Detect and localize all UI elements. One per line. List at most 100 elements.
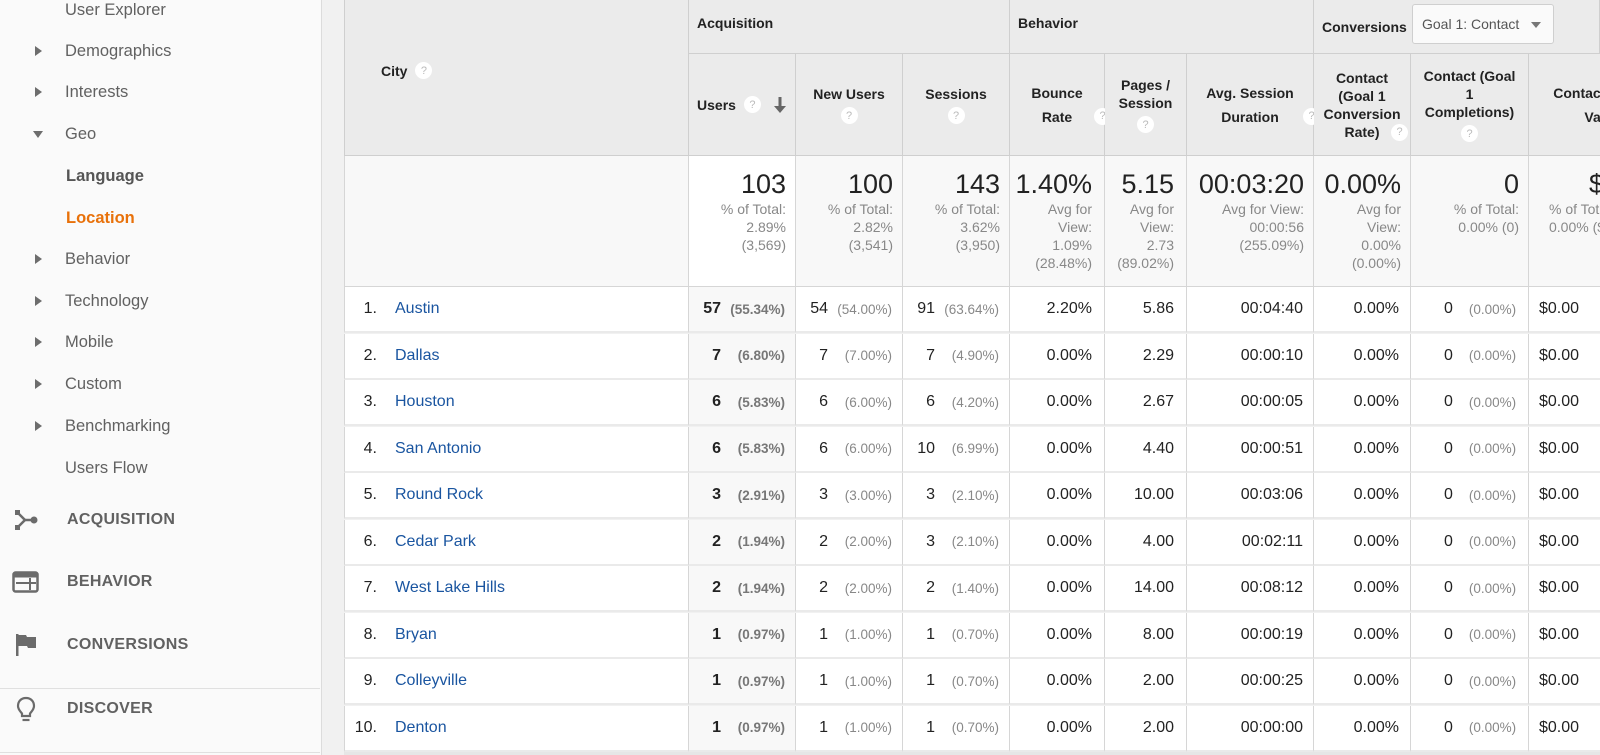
column-header-value[interactable]: Contact (Goal 1 Value) [1529,54,1600,156]
column-header-completions[interactable]: Contact (Goal 1 Completions)? [1411,54,1529,156]
cell-bounce: 0.00% [1010,473,1105,519]
sidebar-item-geo[interactable]: Geo [0,114,320,154]
caret-right-icon[interactable] [32,86,44,98]
sidebar-item-benchmarking[interactable]: Benchmarking [0,406,320,446]
sidebar-item-label: Users Flow [65,458,148,477]
sidebar-item-mobile[interactable]: Mobile [0,322,320,362]
caret-right-icon[interactable] [32,45,44,57]
city-link[interactable]: Cedar Park [395,533,476,551]
sidebar-divider [0,752,320,753]
sort-descending-icon[interactable] [773,96,787,114]
goal-select[interactable]: Goal 1: Contact [1412,4,1554,44]
column-header-avg-duration[interactable]: Avg. Session Duration? [1187,54,1320,156]
city-link[interactable]: Austin [395,300,439,318]
cell-percent: (63.64%) [944,301,999,317]
sidebar-item-language[interactable]: Language [0,156,320,196]
cell-bounce: 2.20% [1010,287,1105,333]
help-icon[interactable]: ? [1391,123,1408,141]
column-header-sessions[interactable]: Sessions? [903,54,1010,156]
cell-users: 3 (2.91%) [689,473,796,519]
cell-percent: (1.00%) [844,673,892,689]
caret-right-icon[interactable] [32,336,44,348]
cell-percent: (5.83%) [737,394,785,410]
sidebar-item-label: Language [66,166,144,185]
city-link[interactable]: Denton [395,719,447,737]
column-header-label: Contact (Goal 1 Value) [1553,84,1600,125]
cell-pps: 2.67 [1105,380,1187,426]
sidebar-section-discover[interactable]: DISCOVER [0,681,320,737]
cell-percent: (0.00%) [1468,394,1517,410]
cell-value: 6 [926,393,935,410]
city-link[interactable]: Round Rock [395,486,483,504]
sidebar-item-location[interactable]: Location [0,198,320,238]
sidebar: User Explorer Demographics Interests Geo Lan… [0,0,322,755]
table-row: 9. Colleyville 1 (0.97%) 1 (1.00%) 1 (0.70%) 0.0… [344,659,1600,705]
cell-new-users: 54 (54.00%) [796,287,903,333]
city-cell: 9. Colleyville [344,659,689,705]
sidebar-item-user-explorer[interactable]: User Explorer [0,0,320,30]
sidebar-section-behavior[interactable]: BEHAVIOR [0,554,320,610]
sidebar-item-interests[interactable]: Interests [0,72,320,112]
cell-value: 0.00% [1046,439,1092,457]
sidebar-item-users-flow[interactable]: Users Flow [0,448,320,488]
city-link[interactable]: West Lake Hills [395,579,505,597]
cell-new-users: 1 (1.00%) [796,705,903,752]
cell-comp: 0 (0.00%) [1411,473,1529,519]
column-header-label: Sessions [925,86,987,102]
sidebar-item-custom[interactable]: Custom [0,364,320,404]
city-cell: 4. San Antonio [344,426,689,473]
cell-pps: 5.86 [1105,287,1187,333]
cell-value: 00:00:10 [1240,346,1303,364]
help-icon[interactable]: ? [743,96,761,113]
help-icon[interactable]: ? [947,107,965,124]
sidebar-item-behavior[interactable]: Behavior [0,239,320,279]
help-icon[interactable]: ? [1137,116,1154,133]
caret-right-icon[interactable] [32,420,44,432]
cell-percent: (6.00%) [844,394,892,410]
cell-conv: 0.00% [1314,566,1411,612]
cell-value: 0.00% [1046,579,1092,596]
caret-down-icon[interactable] [32,128,44,140]
row-index: 4. [363,439,377,457]
column-header-new-users[interactable]: New Users? [796,54,903,156]
column-header-users[interactable]: Users? [689,54,796,156]
group-header-acquisition: Acquisition [689,0,1010,54]
caret-right-icon[interactable] [32,378,44,390]
help-icon[interactable]: ? [840,107,858,124]
city-link[interactable]: Colleyville [395,672,467,690]
cell-users: 6 (5.83%) [689,380,796,426]
column-header-bounce-rate[interactable]: Bounce Rate? [1010,54,1111,156]
column-header-users-wrap: Users? [697,96,787,114]
city-cell: 1. Austin [344,287,689,333]
sidebar-section-label: DISCOVER [67,700,153,717]
help-icon[interactable]: ? [415,62,433,79]
total-subtext: Avg for [1129,201,1174,217]
column-header-conv-rate[interactable]: Contact (Goal 1 Conversion Rate)? [1314,54,1411,156]
cell-percent: (0.00%) [1468,348,1517,363]
total-subtext: View: [1367,219,1401,235]
caret-right-icon[interactable] [32,295,44,307]
cell-value: $0.00 [1529,659,1600,705]
sidebar-item-technology[interactable]: Technology [0,281,320,321]
cell-dur: 00:00:10 [1187,333,1314,380]
dimension-header[interactable]: City? [344,0,689,156]
caret-right-icon[interactable] [32,253,44,265]
cell-value: 7 [819,346,828,364]
cell-sessions: 1 (0.70%) [903,659,1010,705]
city-link[interactable]: Dallas [395,347,439,365]
city-link[interactable]: Bryan [395,626,437,644]
cell-value: 1 [926,625,935,643]
city-link[interactable]: Houston [395,393,455,411]
help-icon[interactable]: ? [1461,125,1478,142]
cell-value: 0 [1444,393,1453,410]
cell-percent: (1.00%) [844,627,892,642]
lightbulb-icon [12,695,40,723]
cell-percent: (6.99%) [951,441,999,456]
sidebar-section-acquisition[interactable]: ACQUISITION [0,492,320,548]
cell-percent: (1.94%) [737,534,785,549]
sidebar-item-demographics[interactable]: Demographics [0,31,320,71]
column-header-pages-session[interactable]: Pages / Session? [1105,54,1187,156]
cell-value: $0.00 [1539,300,1580,317]
city-link[interactable]: San Antonio [395,440,481,458]
sidebar-section-conversions[interactable]: CONVERSIONS [0,617,320,673]
